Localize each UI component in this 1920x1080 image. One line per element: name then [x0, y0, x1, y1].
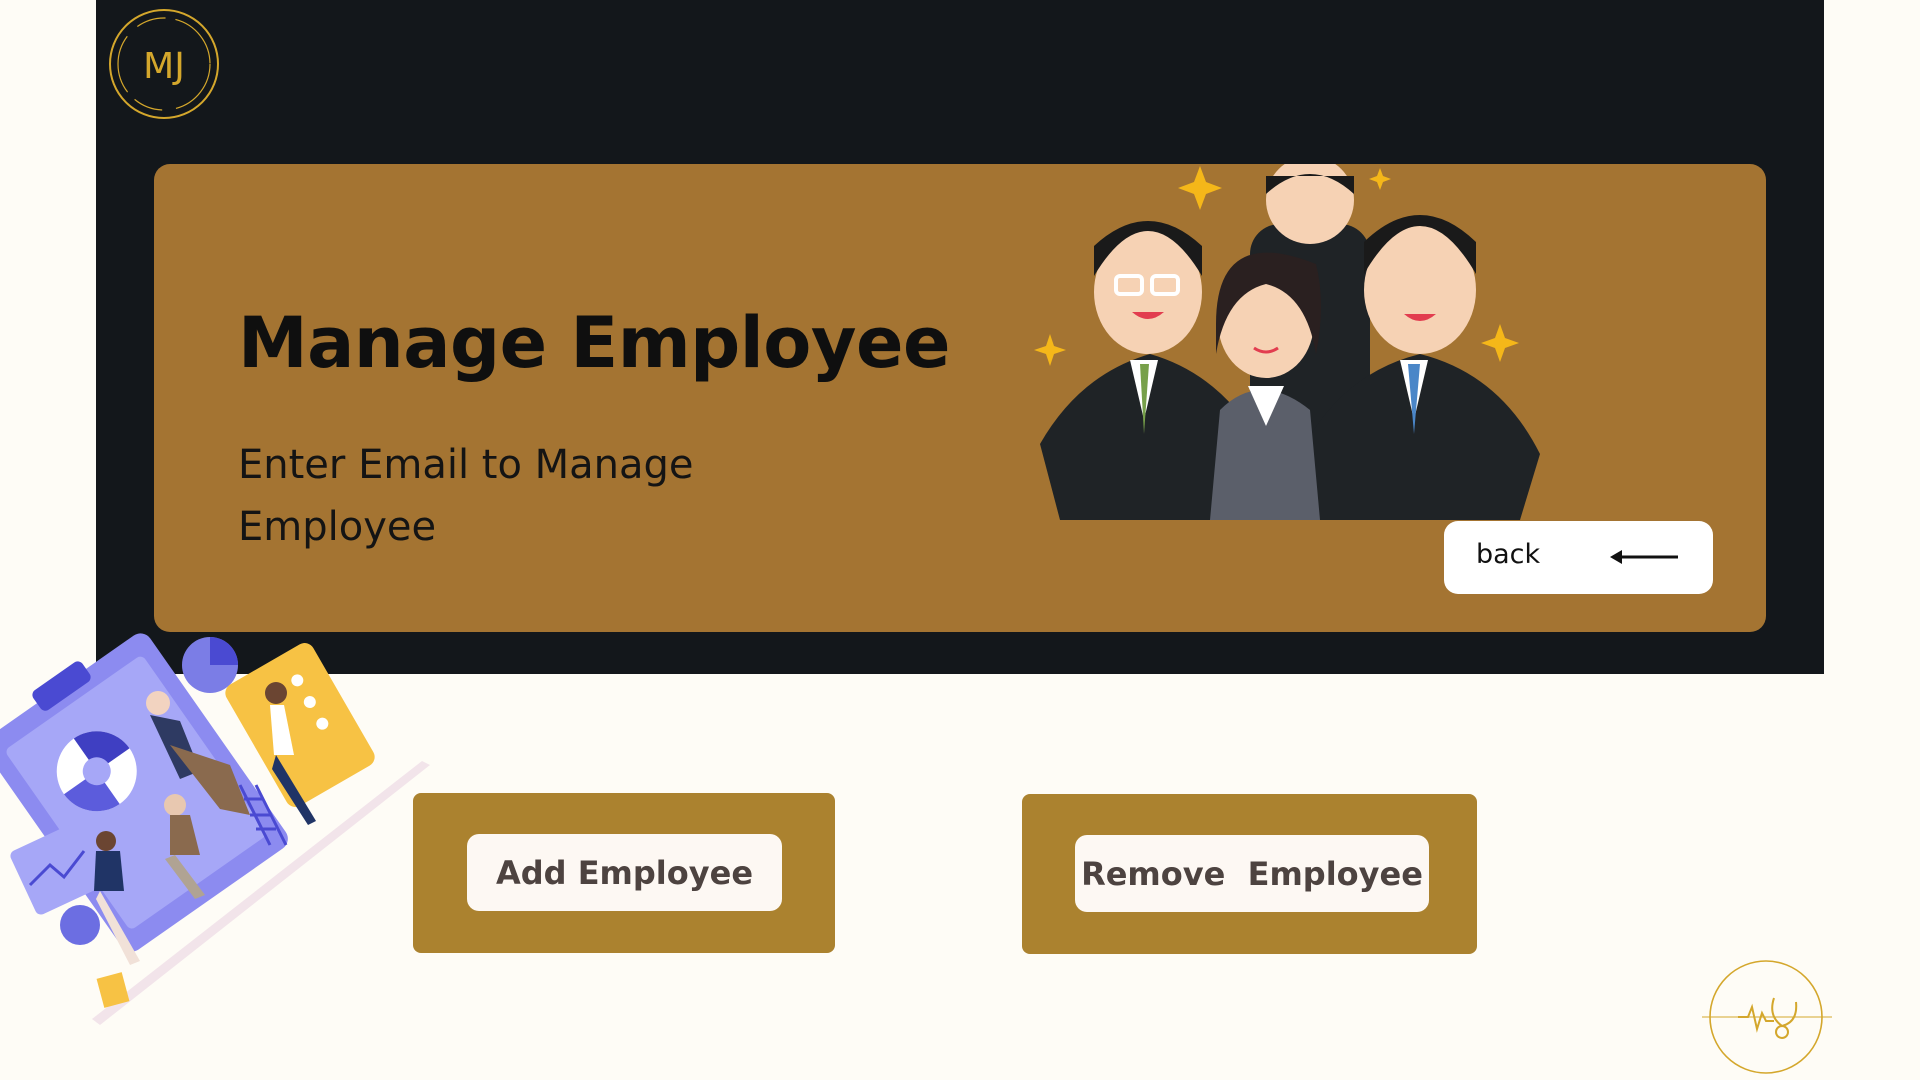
team-illustration	[1034, 164, 1540, 520]
remove-employee-button[interactable]: Remove Employee	[1075, 835, 1429, 912]
add-employee-button[interactable]: Add Employee	[467, 834, 782, 911]
hero-banner: Manage Employee Enter Email to Manage Em…	[154, 164, 1766, 632]
back-button-label: back	[1476, 539, 1541, 570]
arrow-left-icon	[1610, 550, 1678, 564]
logo-text: MJ	[143, 46, 185, 87]
heartbeat-stethoscope-icon	[1702, 960, 1832, 1074]
remove-employee-card: Remove Employee	[1022, 794, 1477, 954]
office-analytics-illustration	[0, 633, 430, 1025]
add-employee-card: Add Employee	[413, 793, 835, 953]
back-button[interactable]: back	[1444, 521, 1713, 594]
mj-logo-icon: MJ	[109, 9, 219, 119]
page-subtitle: Enter Email to Manage Employee	[238, 442, 694, 550]
page-title: Manage Employee	[238, 302, 950, 384]
